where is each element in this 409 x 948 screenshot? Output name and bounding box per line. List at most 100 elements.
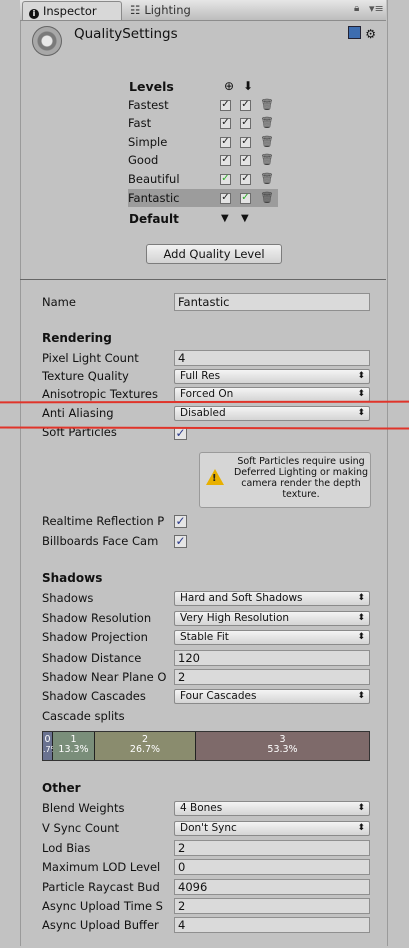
cascade-index: 0 — [44, 734, 51, 745]
trash-icon[interactable]: 🗑︎ — [260, 136, 274, 148]
help-book-icon[interactable] — [348, 26, 362, 39]
shadow-projection-dropdown[interactable]: Stable Fit ⬍ — [174, 630, 370, 645]
warning-mark: ! — [212, 473, 217, 484]
shadow-distance-field[interactable]: 120 — [174, 650, 370, 666]
shadow-near-plane-label: Shadow Near Plane O — [42, 670, 167, 684]
texture-quality-dropdown[interactable]: Full Res ⬍ — [174, 369, 370, 384]
anisotropic-value: Forced On — [180, 388, 234, 400]
cascade-percent: .7% — [43, 745, 59, 754]
dropdown-arrows-icon: ⬍ — [357, 632, 365, 642]
lighting-icon: ☷ — [130, 3, 141, 17]
globe-icon: ⊕ — [224, 79, 235, 93]
level-checkbox-standalone[interactable]: ✓ — [220, 118, 231, 129]
pixel-light-count-label: Pixel Light Count — [42, 351, 139, 365]
cascade-segment-1[interactable]: 1 13.3% — [53, 732, 95, 760]
vsync-count-value: Don't Sync — [180, 822, 237, 834]
level-name: Beautiful — [128, 172, 180, 186]
level-row-simple[interactable]: Simple ✓ ✓ 🗑︎ — [128, 133, 278, 151]
vsync-count-label: V Sync Count — [42, 821, 120, 835]
lod-bias-field[interactable]: 2 — [174, 840, 370, 856]
tab-inspector[interactable]: i Inspector — [22, 1, 122, 20]
trash-icon[interactable]: 🗑︎ — [260, 173, 274, 185]
shadow-cascades-dropdown[interactable]: Four Cascades ⬍ — [174, 689, 370, 704]
level-name: Simple — [128, 135, 168, 149]
realtime-reflection-checkbox[interactable]: ✓ — [174, 515, 187, 528]
default-dropdown-platform[interactable]: ▼ — [241, 213, 249, 224]
level-row-fast[interactable]: Fast ✓ ✓ 🗑︎ — [128, 114, 278, 132]
shadow-resolution-label: Shadow Resolution — [42, 611, 152, 625]
level-checkbox-default[interactable]: ✓ — [240, 137, 251, 148]
level-checkbox-default[interactable]: ✓ — [240, 193, 251, 204]
other-heading: Other — [42, 781, 81, 795]
lod-bias-label: Lod Bias — [42, 841, 91, 855]
shadow-resolution-dropdown[interactable]: Very High Resolution ⬍ — [174, 611, 370, 626]
texture-quality-label: Texture Quality — [42, 369, 129, 383]
particle-raycast-budget-field[interactable]: 4096 — [174, 879, 370, 895]
add-quality-level-button[interactable]: Add Quality Level — [146, 244, 282, 264]
default-dropdown-standalone[interactable]: ▼ — [221, 213, 229, 224]
download-icon: ⬇ — [243, 79, 254, 93]
shadow-near-plane-field[interactable]: 2 — [174, 669, 370, 685]
cascade-segment-0[interactable]: 0 .7% — [43, 732, 59, 760]
cascade-percent: 53.3% — [267, 744, 298, 755]
cascade-segment-3[interactable]: 3 53.3% — [196, 732, 369, 760]
level-row-beautiful[interactable]: Beautiful ✓ ✓ 🗑︎ — [128, 170, 278, 188]
gear-icon[interactable]: ⚙ — [365, 27, 376, 41]
anti-aliasing-dropdown[interactable]: Disabled ⬍ — [174, 406, 370, 421]
pixel-light-count-field[interactable]: 4 — [174, 350, 370, 366]
dropdown-arrows-icon: ⬍ — [357, 371, 365, 381]
levels-heading: Levels — [129, 79, 174, 94]
help-text: Soft Particles require using Deferred Li… — [233, 456, 369, 500]
trash-icon[interactable]: 🗑︎ — [260, 117, 274, 129]
level-checkbox-default[interactable]: ✓ — [240, 100, 251, 111]
level-checkbox-standalone[interactable]: ✓ — [220, 137, 231, 148]
trash-icon[interactable]: 🗑︎ — [260, 154, 274, 166]
level-checkbox-standalone[interactable]: ✓ — [220, 100, 231, 111]
level-row-fastest[interactable]: Fastest ✓ ✓ 🗑︎ — [128, 96, 278, 114]
async-upload-time-field[interactable]: 2 — [174, 898, 370, 914]
menu-icon[interactable]: ▾≡ — [369, 2, 384, 15]
shadows-dropdown[interactable]: Hard and Soft Shadows ⬍ — [174, 591, 370, 606]
texture-quality-value: Full Res — [180, 370, 221, 382]
blend-weights-dropdown[interactable]: 4 Bones ⬍ — [174, 801, 370, 816]
name-field[interactable]: Fantastic — [174, 293, 370, 311]
shadow-resolution-value: Very High Resolution — [180, 612, 290, 624]
blend-weights-label: Blend Weights — [42, 801, 125, 815]
trash-icon[interactable]: 🗑︎ — [260, 99, 274, 111]
lock-icon[interactable]: 🔒︎ — [354, 3, 359, 14]
level-checkbox-default[interactable]: ✓ — [240, 118, 251, 129]
cascade-splits-bar[interactable]: 0 .7% 1 13.3% 2 26.7% 3 53.3% — [42, 731, 370, 761]
dropdown-arrows-icon: ⬍ — [357, 691, 365, 701]
level-row-good[interactable]: Good ✓ ✓ 🗑︎ — [128, 151, 278, 169]
anisotropic-textures-dropdown[interactable]: Forced On ⬍ — [174, 387, 370, 402]
cascade-segment-2[interactable]: 2 26.7% — [95, 732, 196, 760]
tab-inspector-label: Inspector — [43, 4, 97, 18]
maximum-lod-level-field[interactable]: 0 — [174, 859, 370, 875]
level-checkbox-standalone[interactable]: ✓ — [220, 155, 231, 166]
info-icon: i — [29, 9, 39, 19]
shadows-label: Shadows — [42, 591, 94, 605]
rendering-heading: Rendering — [42, 331, 112, 345]
dropdown-arrows-icon: ⬍ — [357, 823, 365, 833]
level-checkbox-standalone[interactable]: ✓ — [220, 174, 231, 185]
level-name: Fastest — [128, 98, 169, 112]
tab-lighting[interactable]: ☷ Lighting — [124, 1, 234, 20]
page-title: QualitySettings — [74, 26, 178, 42]
vsync-count-dropdown[interactable]: Don't Sync ⬍ — [174, 821, 370, 836]
divider — [20, 279, 386, 280]
level-row-fantastic-selected[interactable]: Fantastic ✓ ✓ 🗑︎ — [128, 189, 278, 207]
level-checkbox-default[interactable]: ✓ — [240, 174, 251, 185]
realtime-reflection-label: Realtime Reflection P — [42, 514, 165, 528]
async-upload-buffer-field[interactable]: 4 — [174, 917, 370, 933]
anti-aliasing-value: Disabled — [180, 407, 226, 419]
trash-icon[interactable]: 🗑︎ — [260, 192, 274, 204]
blend-weights-value: 4 Bones — [180, 802, 223, 814]
help-box: ! Soft Particles require using Deferred … — [199, 452, 371, 508]
billboards-face-cam-checkbox[interactable]: ✓ — [174, 535, 187, 548]
anti-aliasing-label: Anti Aliasing — [42, 406, 114, 420]
level-checkbox-default[interactable]: ✓ — [240, 155, 251, 166]
name-label: Name — [42, 295, 76, 309]
shadow-projection-value: Stable Fit — [180, 631, 229, 643]
cascade-percent: 13.3% — [58, 744, 89, 755]
level-checkbox-standalone[interactable]: ✓ — [220, 193, 231, 204]
